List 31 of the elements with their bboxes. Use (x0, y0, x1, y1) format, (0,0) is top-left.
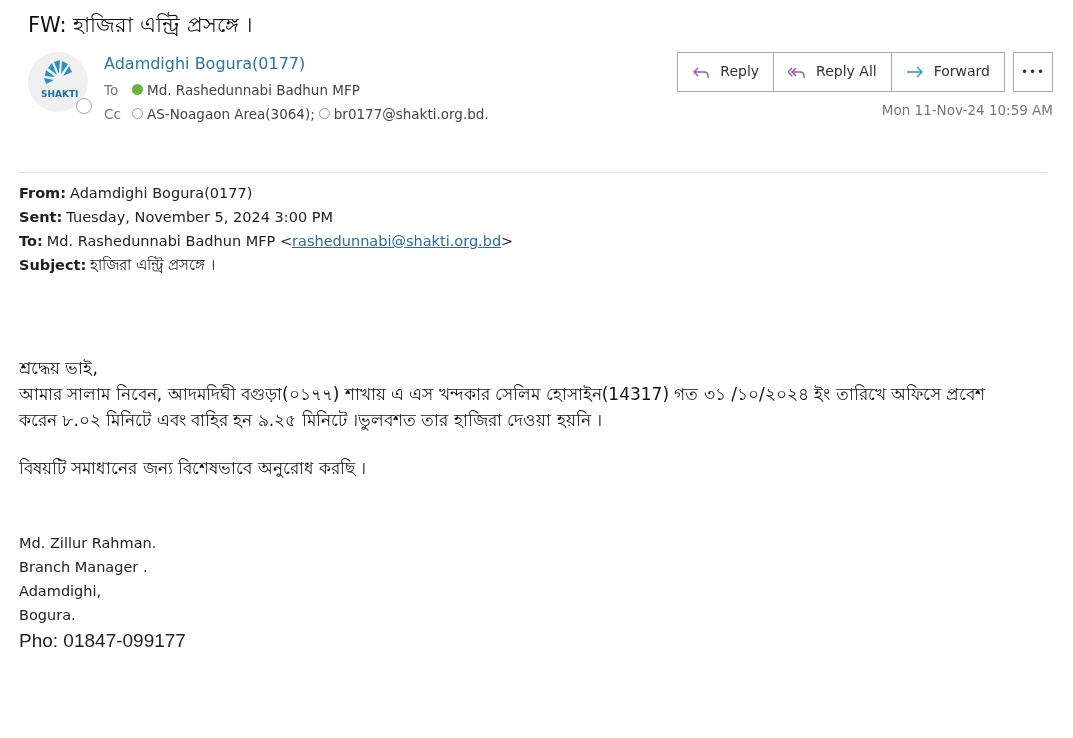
field-value: > (501, 232, 514, 251)
body-text: শ্রদ্ধেয় ভাই, (19, 357, 99, 380)
field-value: হাজিরা এন্ট্রি প্রসঙ্গে । (90, 255, 216, 275)
recipient-name[interactable]: Md. Rashedunnabi Badhun MFP (147, 79, 360, 100)
body-text: আমার সালাম নিবেন, আদমদিঘী বগুড়া(০১৭৭) শাখায় এ এস খন্দকার সেলিম হোসাইন(14317) গত ৩১ /১০/২০২৪ ইং তারিখে অফিসে প্রবেশ করেন ৮.০২ মিনিটে এবং বাহির হন ৯.২৫ মিনিটে ।ভুলবশত তার হাজিরা দেওয়া হয়নি । (19, 383, 987, 433)
field-label: To: (19, 232, 43, 251)
recipient-label: To (104, 80, 120, 100)
signature-line: Adamdighi, (19, 582, 103, 601)
received-time: Mon 11-Nov-24 10:59 AM (881, 100, 1053, 120)
field-label: From: (19, 184, 66, 203)
phone-number: Pho: 01847-099177 (18, 629, 187, 653)
body-text: বিষয়টি সমাধানের জন্য বিশেষভাবে অনুরোধ করছি । (19, 457, 368, 480)
signature-line: Branch Manager . (19, 558, 149, 577)
field-value: Tuesday, November 5, 2024 3:00 PM (66, 208, 333, 227)
field-label: Subject: (19, 256, 87, 275)
more-button[interactable]: ••• (1013, 51, 1053, 92)
reply-all-button[interactable]: Reply All (774, 51, 892, 92)
sender-name[interactable]: Adamdighi Bogura(0177) (104, 51, 493, 76)
forward-button[interactable]: Forward (891, 51, 1005, 92)
signature-line: Md. Zillur Rahman. (19, 534, 158, 553)
email-link[interactable]: rashedunnabi@shakti.org.bd (292, 229, 502, 253)
recipient-name[interactable]: AS-Noagaon Area(3064); (147, 103, 315, 124)
signature-line: Bogura. (19, 606, 77, 625)
recipient-label: Cc (104, 104, 122, 124)
field-value: Adamdighi Bogura(0177) (70, 184, 253, 203)
reply-button[interactable]: Reply (677, 51, 775, 92)
recipient-name[interactable]: br0177@shakti.org.bd. (333, 103, 489, 124)
logo-text: SHAKTI (41, 87, 79, 101)
field-value: Md. Rashedunnabi Badhun MFP < (46, 232, 293, 251)
field-label: Sent: (19, 208, 63, 227)
email-subject: FW: হাজিরা এন্ট্রি প্রসঙ্গে । (27, 11, 255, 39)
